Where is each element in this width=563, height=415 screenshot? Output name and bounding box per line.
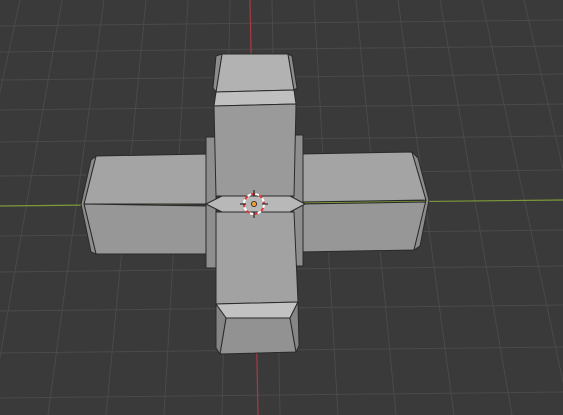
right-arm-top-face (299, 151, 427, 203)
top-arm-cap (215, 53, 295, 93)
viewport-canvas[interactable] (0, 0, 563, 415)
top-arm-front-face (213, 103, 297, 197)
left-arm-top-face (83, 153, 209, 205)
bottom-arm-bevel-band (215, 301, 299, 319)
right-arm-front-face (299, 201, 427, 253)
3d-viewport[interactable] (0, 0, 563, 415)
object-origin-icon (250, 200, 257, 207)
top-arm-bevel-band (213, 89, 297, 107)
bottom-arm-front-face (219, 317, 297, 355)
left-arm-front-face (83, 203, 209, 255)
bottom-arm-top-face (215, 211, 299, 305)
